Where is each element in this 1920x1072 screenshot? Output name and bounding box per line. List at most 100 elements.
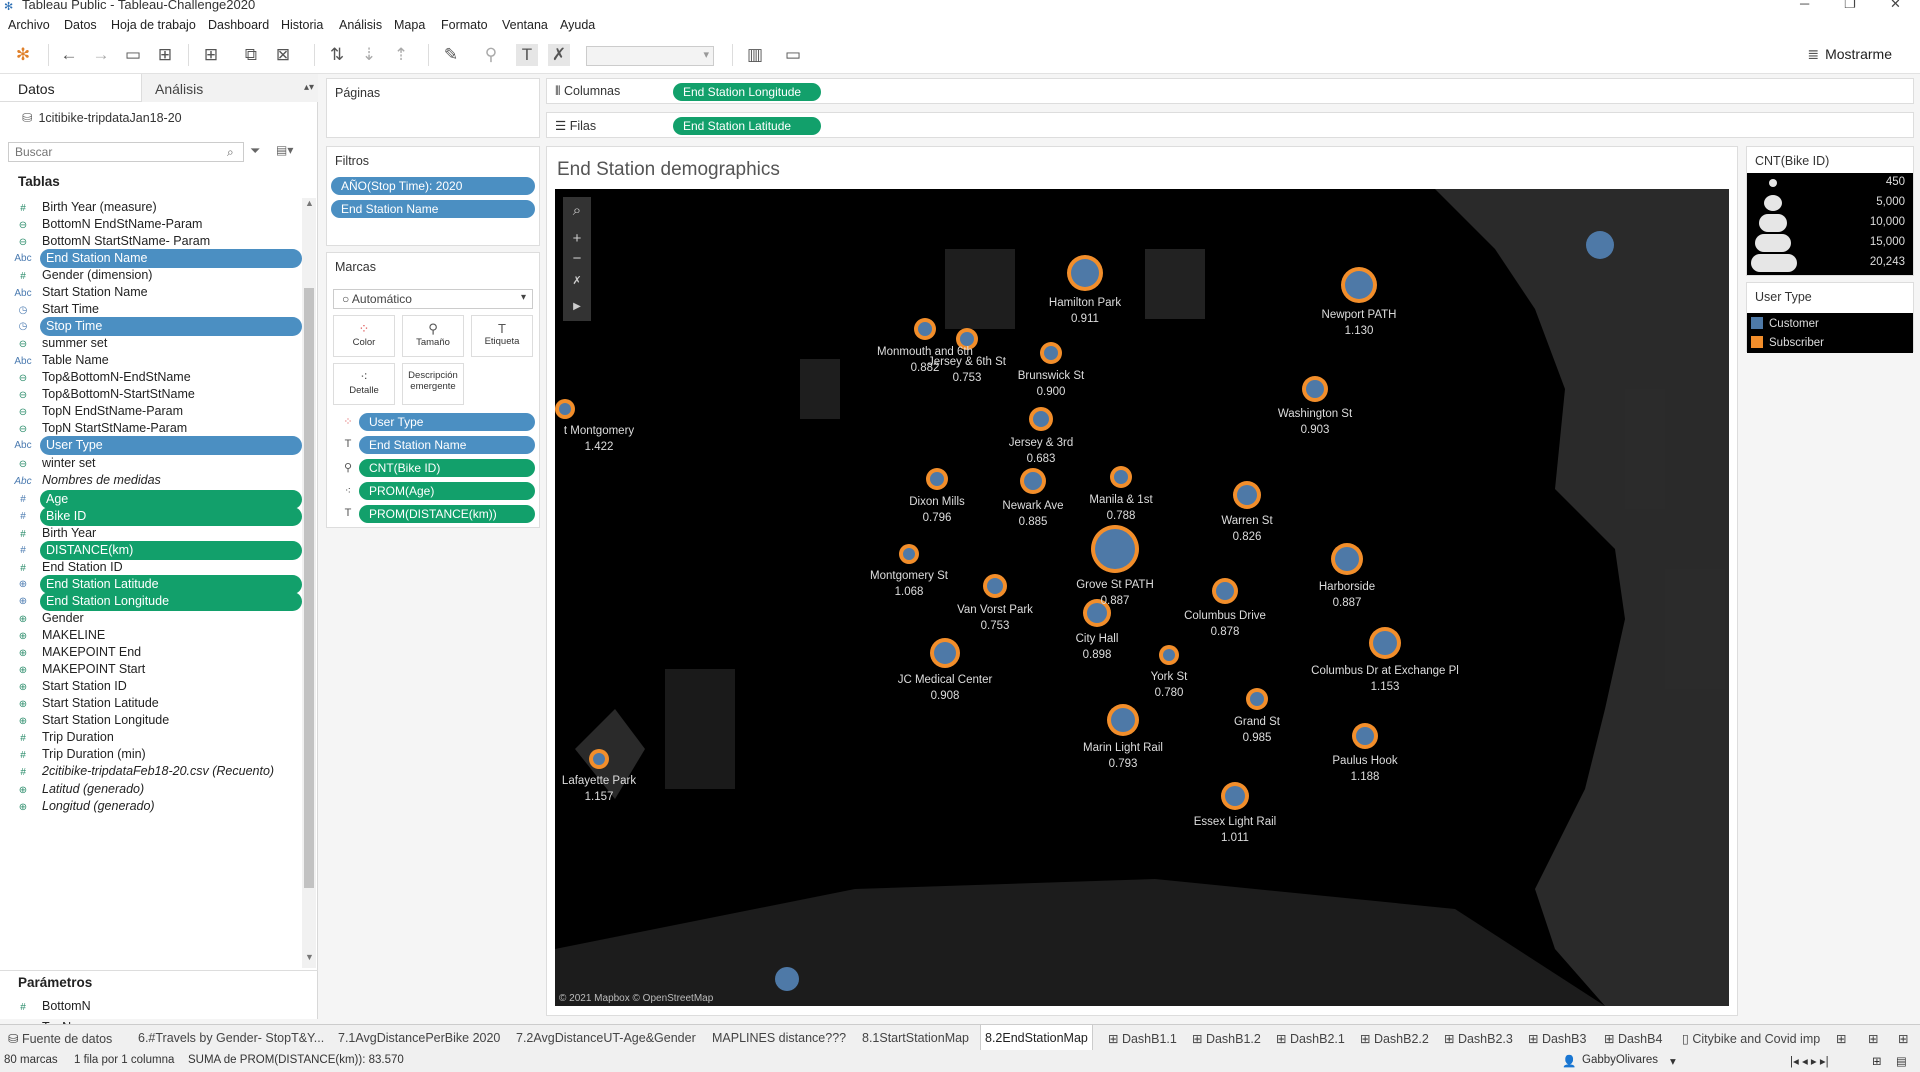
new-worksheet-tab-icon[interactable]: ⊞	[1836, 1031, 1846, 1046]
station-mark-customer[interactable]	[1586, 231, 1614, 259]
station-mark-customer[interactable]	[1111, 708, 1135, 732]
highlight-icon[interactable]: ✎	[440, 44, 462, 66]
station-mark-customer[interactable]	[1225, 786, 1245, 806]
map-search-icon[interactable]: ⌕	[563, 197, 591, 225]
sheet-sorter-icon[interactable]: ⊞	[1872, 1054, 1882, 1068]
tableau-home-icon[interactable]: ✻	[12, 44, 34, 66]
fix-axes-icon[interactable]: ✗	[548, 44, 570, 66]
show-me-button[interactable]: ≣ Mostrarme	[1807, 46, 1892, 63]
filmstrip-icon[interactable]: ▤	[1896, 1054, 1907, 1068]
color-button[interactable]: ⁘ Color	[333, 315, 395, 357]
filters-card[interactable]: Filtros AÑO(Stop Time): 2020 End Station…	[326, 146, 540, 246]
save-icon[interactable]: ▭	[122, 44, 144, 66]
detail-button[interactable]: ⁖ Detalle	[333, 363, 395, 405]
sheet-tab-active[interactable]: 8.2EndStationMap	[980, 1025, 1093, 1051]
station-mark-customer[interactable]	[775, 967, 799, 991]
map-pan-icon[interactable]: ▶	[563, 293, 591, 321]
sheet-tab[interactable]: ⊞ DashB1.2	[1192, 1031, 1261, 1046]
menu-ayuda[interactable]: Ayuda	[560, 18, 595, 32]
menu-mapa[interactable]: Mapa	[394, 18, 425, 32]
legend-item-customer[interactable]: Customer	[1751, 315, 1911, 333]
menu-hoja-de-trabajo[interactable]: Hoja de trabajo	[111, 18, 196, 32]
new-datasource-icon[interactable]: ⊞	[154, 44, 176, 66]
station-mark-customer[interactable]	[987, 578, 1003, 594]
new-dashboard-tab-icon[interactable]: ⊞	[1868, 1031, 1878, 1046]
undo-icon[interactable]: ←	[58, 44, 80, 66]
marks-pill-end-station[interactable]: End Station Name	[359, 436, 535, 454]
menu-ventana[interactable]: Ventana	[502, 18, 548, 32]
clear-sheet-icon[interactable]: ⊠	[272, 44, 294, 66]
datasource-item[interactable]: ⛁ 1citibike-tripdataJan18-20	[22, 110, 182, 125]
map[interactable]: ⌕ + − ✗ ▶ Hamilton Park 0.911 Newport PATH…	[555, 189, 1729, 1006]
close-icon[interactable]: ✕	[1890, 0, 1901, 12]
filter-icon[interactable]: ⏷	[250, 143, 260, 159]
station-mark-customer[interactable]	[1114, 470, 1128, 484]
field-user-type[interactable]: Abc User Type	[14, 436, 302, 455]
user-menu-chevron-icon[interactable]: ▾	[1670, 1054, 1676, 1068]
show-labels-icon[interactable]: T	[516, 44, 538, 66]
sheet-nav-icons[interactable]: |◂ ◂ ▸ ▸|	[1790, 1054, 1829, 1068]
reset-map-icon[interactable]: ✗	[563, 267, 591, 295]
tab-data-source[interactable]: ⛁ Fuente de datos	[8, 1031, 112, 1046]
search-icon[interactable]: ⌕	[227, 145, 234, 160]
redo-icon[interactable]: →	[90, 44, 112, 66]
station-mark-customer[interactable]	[1033, 411, 1049, 427]
station-mark-customer[interactable]	[1095, 529, 1135, 569]
param-bottomn[interactable]: # BottomN	[14, 997, 300, 1016]
tab-analisis[interactable]: Análisis	[155, 81, 203, 97]
field-longitud-generado[interactable]: ⊕ Longitud (generado)	[14, 797, 300, 816]
station-mark-customer[interactable]	[1306, 380, 1324, 398]
zoom-in-icon[interactable]: +	[563, 229, 591, 249]
map-copyright[interactable]: © 2021 Mapbox © OpenStreetMap	[559, 993, 713, 1004]
sheet-tab[interactable]: 7.2AvgDistanceUT-Age&Gender	[516, 1031, 696, 1045]
station-mark-customer[interactable]	[930, 472, 944, 486]
station-mark-customer[interactable]	[903, 548, 915, 560]
station-mark-customer[interactable]	[1345, 271, 1373, 299]
pages-card[interactable]: Páginas	[326, 78, 540, 138]
show-cards-icon[interactable]: ▥	[744, 44, 766, 66]
mark-type-select[interactable]: ○ Automático ▾	[333, 289, 533, 309]
rows-pill[interactable]: End Station Latitude	[673, 117, 821, 135]
station-mark-customer[interactable]	[934, 642, 956, 664]
station-mark-customer[interactable]	[1373, 631, 1397, 655]
sheet-tab[interactable]: ⊞ DashB2.1	[1276, 1031, 1345, 1046]
sheet-tab[interactable]: ⊞ DashB1.1	[1108, 1031, 1177, 1046]
marks-pill-avg-distance[interactable]: PROM(DISTANCE(km))	[359, 505, 535, 523]
columns-pill[interactable]: End Station Longitude	[673, 83, 821, 101]
sheet-tab[interactable]: 8.1StartStationMap	[862, 1031, 969, 1045]
menu-historia[interactable]: Historia	[281, 18, 323, 32]
station-mark-customer[interactable]	[1024, 472, 1042, 490]
station-mark-customer[interactable]	[1335, 547, 1359, 571]
scroll-down-icon[interactable]: ▼	[305, 952, 314, 962]
menu-datos[interactable]: Datos	[64, 18, 97, 32]
station-mark-customer[interactable]	[593, 753, 605, 765]
scroll-up-icon[interactable]: ▲	[305, 198, 314, 208]
duplicate-sheet-icon[interactable]: ⧉	[240, 44, 262, 66]
station-mark-customer[interactable]	[1216, 582, 1234, 600]
maximize-icon[interactable]: ❐	[1844, 0, 1856, 12]
station-mark-customer[interactable]	[1163, 649, 1175, 661]
sheet-tab[interactable]: ⊞ DashB2.2	[1360, 1031, 1429, 1046]
size-button[interactable]: ⚲ Tamaño	[402, 315, 464, 357]
menu-archivo[interactable]: Archivo	[8, 18, 50, 32]
new-worksheet-icon[interactable]: ⊞	[200, 44, 222, 66]
sheet-tab[interactable]: ⊞ DashB4	[1604, 1031, 1662, 1046]
marks-pill-user-type[interactable]: User Type	[359, 413, 535, 431]
status-user[interactable]: GabbyOlivares	[1582, 1054, 1658, 1066]
menu-analisis[interactable]: Análisis	[339, 18, 382, 32]
sort-descending-icon[interactable]: ⇡	[390, 44, 412, 66]
sheet-tab[interactable]: MAPLINES distance???	[712, 1031, 846, 1045]
zoom-out-icon[interactable]: −	[563, 249, 591, 269]
station-mark-customer[interactable]	[1071, 259, 1099, 287]
legend-item-subscriber[interactable]: Subscriber	[1751, 334, 1911, 352]
fit-select[interactable]	[586, 46, 714, 66]
station-mark-customer[interactable]	[559, 403, 571, 415]
sheet-tab[interactable]: ⊞ DashB2.3	[1444, 1031, 1513, 1046]
group-icon[interactable]: ⚲	[480, 44, 502, 66]
menu-dashboard[interactable]: Dashboard	[208, 18, 269, 32]
station-mark-customer[interactable]	[1250, 692, 1264, 706]
tooltip-button[interactable]: Descripción emergente	[402, 363, 464, 405]
station-mark-customer[interactable]	[918, 322, 932, 336]
station-mark-customer[interactable]	[1237, 485, 1257, 505]
marks-pill-cnt-bike[interactable]: CNT(Bike ID)	[359, 459, 535, 477]
